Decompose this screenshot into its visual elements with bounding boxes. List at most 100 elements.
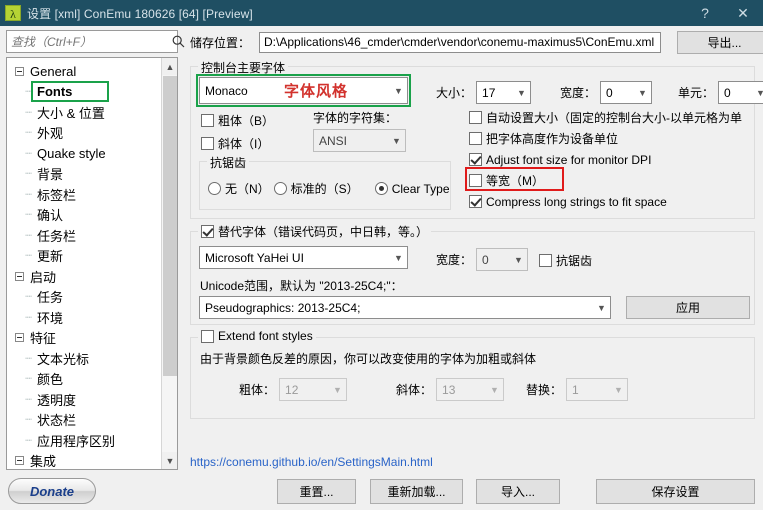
- tree-item-确认[interactable]: ┈ 确认: [7, 205, 162, 226]
- font-height-device-units-checkbox[interactable]: 把字体高度作为设备单位: [469, 128, 754, 149]
- chevron-down-icon[interactable]: ▼: [593, 297, 610, 318]
- tree-item-背景[interactable]: ┈ 背景: [7, 164, 162, 185]
- expand-collapse-icon[interactable]: [15, 271, 24, 281]
- tree-item-集成[interactable]: 集成: [7, 451, 162, 469]
- auto-size-checkbox[interactable]: 自动设置大小（固定的控制台大小-以单元格为单: [469, 107, 754, 128]
- alt-font-antialias-checkbox[interactable]: 抗锯齿: [539, 252, 592, 269]
- antialias-option-cleartype[interactable]: Clear Type: [374, 182, 450, 196]
- font-width-combo[interactable]: 0 ▼: [600, 81, 653, 104]
- checkbox-icon[interactable]: [201, 137, 214, 150]
- chevron-up-icon[interactable]: ▲: [162, 58, 177, 75]
- help-button[interactable]: ?: [687, 0, 723, 26]
- extend-styles-checkbox[interactable]: Extend font styles: [198, 329, 316, 343]
- antialias-option-standard[interactable]: 标准的（S）: [273, 180, 359, 197]
- chevron-down-icon[interactable]: ▼: [634, 82, 651, 103]
- font-width-value: 0: [606, 85, 613, 100]
- checkbox-icon[interactable]: [469, 195, 482, 208]
- extend-italic-combo[interactable]: 13 ▼: [436, 378, 505, 401]
- tree-item-label: 启动: [30, 269, 57, 285]
- search-icon[interactable]: [172, 31, 185, 52]
- radio-icon[interactable]: [273, 182, 287, 195]
- tree-item-外观[interactable]: ┈ 外观: [7, 123, 162, 144]
- tree-item-启动[interactable]: 启动: [7, 266, 162, 287]
- tree-item-任务[interactable]: ┈ 任务: [7, 287, 162, 308]
- search-box[interactable]: [6, 30, 185, 53]
- font-size-combo[interactable]: 17 ▼: [476, 81, 532, 104]
- tree-connector-icon: ┈: [25, 393, 32, 406]
- tree-item-文本光标[interactable]: ┈ 文本光标: [7, 348, 162, 369]
- expand-collapse-icon[interactable]: [15, 456, 24, 466]
- tree-item-更新[interactable]: ┈ 更新: [7, 246, 162, 267]
- chevron-down-icon[interactable]: ▼: [329, 379, 346, 400]
- tree-item-应用程序区别[interactable]: ┈ 应用程序区别: [7, 430, 162, 451]
- tree-item-透明度[interactable]: ┈ 透明度: [7, 389, 162, 410]
- antialias-option-none[interactable]: 无（N）: [208, 180, 270, 197]
- storage-path-field[interactable]: D:\Applications\46_cmder\cmder\vendor\co…: [259, 32, 662, 53]
- search-input[interactable]: [7, 31, 172, 52]
- chevron-down-icon[interactable]: ▼: [513, 82, 530, 103]
- tree-item-状态栏[interactable]: ┈ 状态栏: [7, 410, 162, 431]
- radio-icon[interactable]: [208, 182, 221, 195]
- chevron-down-icon[interactable]: ▼: [388, 130, 405, 151]
- compress-strings-checkbox[interactable]: Compress long strings to fit space: [469, 191, 754, 212]
- extend-replace-combo[interactable]: 1 ▼: [566, 378, 629, 401]
- checkbox-icon[interactable]: [469, 174, 482, 187]
- bold-checkbox[interactable]: 粗体（B）: [201, 112, 274, 129]
- checkbox-icon[interactable]: [469, 153, 482, 166]
- import-button[interactable]: 导入...: [476, 479, 560, 504]
- checkbox-icon[interactable]: [201, 114, 214, 127]
- chevron-down-icon[interactable]: ▼: [510, 249, 527, 270]
- chevron-down-icon[interactable]: ▼: [610, 379, 627, 400]
- checkbox-icon[interactable]: [469, 132, 482, 145]
- main-font-combo[interactable]: Monaco 字体风格 ▼: [199, 77, 408, 104]
- tree-scrollbar[interactable]: ▲ ▼: [161, 58, 177, 469]
- documentation-link[interactable]: https://conemu.github.io/en/SettingsMain…: [190, 455, 433, 469]
- expand-collapse-icon[interactable]: [15, 66, 24, 76]
- reload-button[interactable]: 重新加载...: [370, 479, 463, 504]
- reset-button[interactable]: 重置...: [277, 479, 356, 504]
- monospace-checkbox[interactable]: 等宽（M）: [469, 170, 754, 191]
- radio-icon[interactable]: [374, 182, 388, 195]
- expand-collapse-icon[interactable]: [15, 333, 24, 343]
- tree-item-颜色[interactable]: ┈ 颜色: [7, 369, 162, 390]
- tree-item-general[interactable]: General: [7, 61, 162, 82]
- apply-button[interactable]: 应用: [626, 296, 750, 319]
- tree-connector-icon: ┈: [25, 250, 32, 263]
- donate-button[interactable]: Donate: [8, 478, 96, 504]
- alt-font-group: 替代字体（错误代码页，中日韩，等。） Microsoft YaHei UI ▼ …: [190, 223, 755, 325]
- checkbox-icon[interactable]: [201, 225, 214, 238]
- tree-item-标签栏[interactable]: ┈ 标签栏: [7, 184, 162, 205]
- italic-checkbox[interactable]: 斜体（I）: [201, 135, 269, 152]
- tree-item-label: 特征: [30, 331, 57, 347]
- chevron-down-icon[interactable]: ▼: [390, 80, 407, 101]
- chevron-down-icon[interactable]: ▼: [162, 452, 177, 469]
- tree-item-大小-&-位置[interactable]: ┈ 大小 & 位置: [7, 102, 162, 123]
- alt-font-width-combo[interactable]: 0 ▼: [476, 248, 529, 271]
- extend-bold-combo[interactable]: 12 ▼: [279, 378, 348, 401]
- tree-item-fonts[interactable]: ┈ Fonts: [7, 82, 162, 103]
- save-settings-button[interactable]: 保存设置: [596, 479, 755, 504]
- export-button[interactable]: 导出...: [677, 31, 763, 54]
- checkbox-icon[interactable]: [469, 111, 482, 124]
- tree-connector-icon: ┈: [25, 352, 32, 365]
- close-button[interactable]: ✕: [723, 0, 763, 26]
- settings-tree[interactable]: General ┈ Fonts ┈ 大小 & 位置 ┈ 外观 ┈ Quake style ┈ 背景 ┈…: [6, 57, 178, 470]
- alt-font-combo[interactable]: Microsoft YaHei UI ▼: [199, 246, 408, 269]
- chevron-down-icon[interactable]: ▼: [752, 82, 763, 103]
- scrollbar-thumb[interactable]: [163, 76, 177, 376]
- font-size-label: 大小：: [436, 86, 473, 100]
- chevron-down-icon[interactable]: ▼: [390, 247, 407, 268]
- charset-combo[interactable]: ANSI ▼: [313, 129, 406, 152]
- alt-font-checkbox[interactable]: 替代字体（错误代码页，中日韩，等。）: [198, 223, 432, 240]
- checkbox-icon[interactable]: [539, 254, 552, 267]
- lambda-icon: λ: [5, 5, 21, 21]
- chevron-down-icon[interactable]: ▼: [486, 379, 503, 400]
- tree-item-任务栏[interactable]: ┈ 任务栏: [7, 225, 162, 246]
- unicode-range-combo[interactable]: Pseudographics: 2013-25C4; ▼: [199, 296, 611, 319]
- tree-item-quake-style[interactable]: ┈ Quake style: [7, 143, 162, 164]
- adjust-dpi-checkbox[interactable]: Adjust font size for monitor DPI: [469, 149, 754, 170]
- checkbox-icon[interactable]: [201, 329, 214, 343]
- font-cell-combo[interactable]: 0 ▼: [718, 81, 763, 104]
- tree-item-环境[interactable]: ┈ 环境: [7, 307, 162, 328]
- tree-item-特征[interactable]: 特征: [7, 328, 162, 349]
